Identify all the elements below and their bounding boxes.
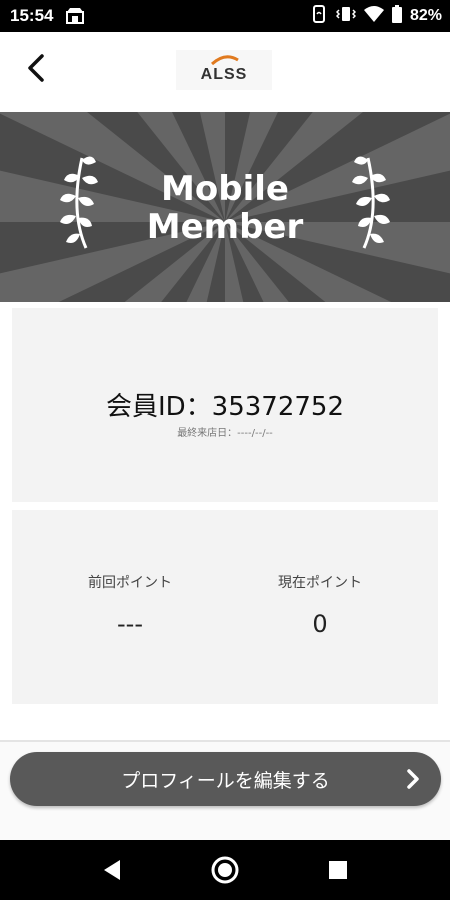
member-id: 会員ID：35372752 [105,392,345,422]
points-card: 前回ポイント --- 現在ポイント 0 [12,510,438,704]
app-bar: ALSS [0,32,450,112]
member-id-card: 会員ID：35372752 最終来店日：----/--/-- [12,308,438,502]
edit-profile-label: プロフィールを編集する [121,769,330,792]
chevron-right-icon [399,765,427,793]
nav-home-button[interactable] [210,855,240,885]
nfc-payment-icon [310,5,328,27]
logo-text: ALSS [200,66,248,83]
laurel-right-icon [352,156,390,249]
vibrate-icon [335,5,357,27]
member-banner: Mobile Member [0,112,450,302]
edit-profile-button[interactable]: プロフィールを編集する [10,752,441,806]
battery-icon [391,5,402,27]
circle-home-icon [211,856,239,884]
battery-percent: 82% [409,7,442,24]
wifi-icon [363,6,384,26]
chevron-left-icon [28,54,44,82]
status-bar: 15:54 82% [0,0,450,32]
current-points: 現在ポイント 0 [230,572,410,638]
square-recents-icon [329,861,347,879]
back-button[interactable] [18,50,54,86]
status-icons: 82% [310,5,442,27]
nav-back-button[interactable] [97,855,127,885]
status-time: 15:54 [10,6,54,25]
system-nav-bar [0,840,450,900]
app-logo: ALSS [176,50,272,90]
current-points-label: 現在ポイント [278,575,362,591]
previous-points-label: 前回ポイント [88,575,172,591]
current-points-value: 0 [312,610,328,638]
nav-recents-button[interactable] [323,855,353,885]
store-notification-icon [66,8,84,24]
previous-points: 前回ポイント --- [40,572,220,638]
previous-points-value: --- [117,610,143,638]
last-visit-date: 最終来店日：----/--/-- [177,428,273,439]
triangle-back-icon [104,860,120,880]
logo-swoosh-icon [210,55,239,66]
